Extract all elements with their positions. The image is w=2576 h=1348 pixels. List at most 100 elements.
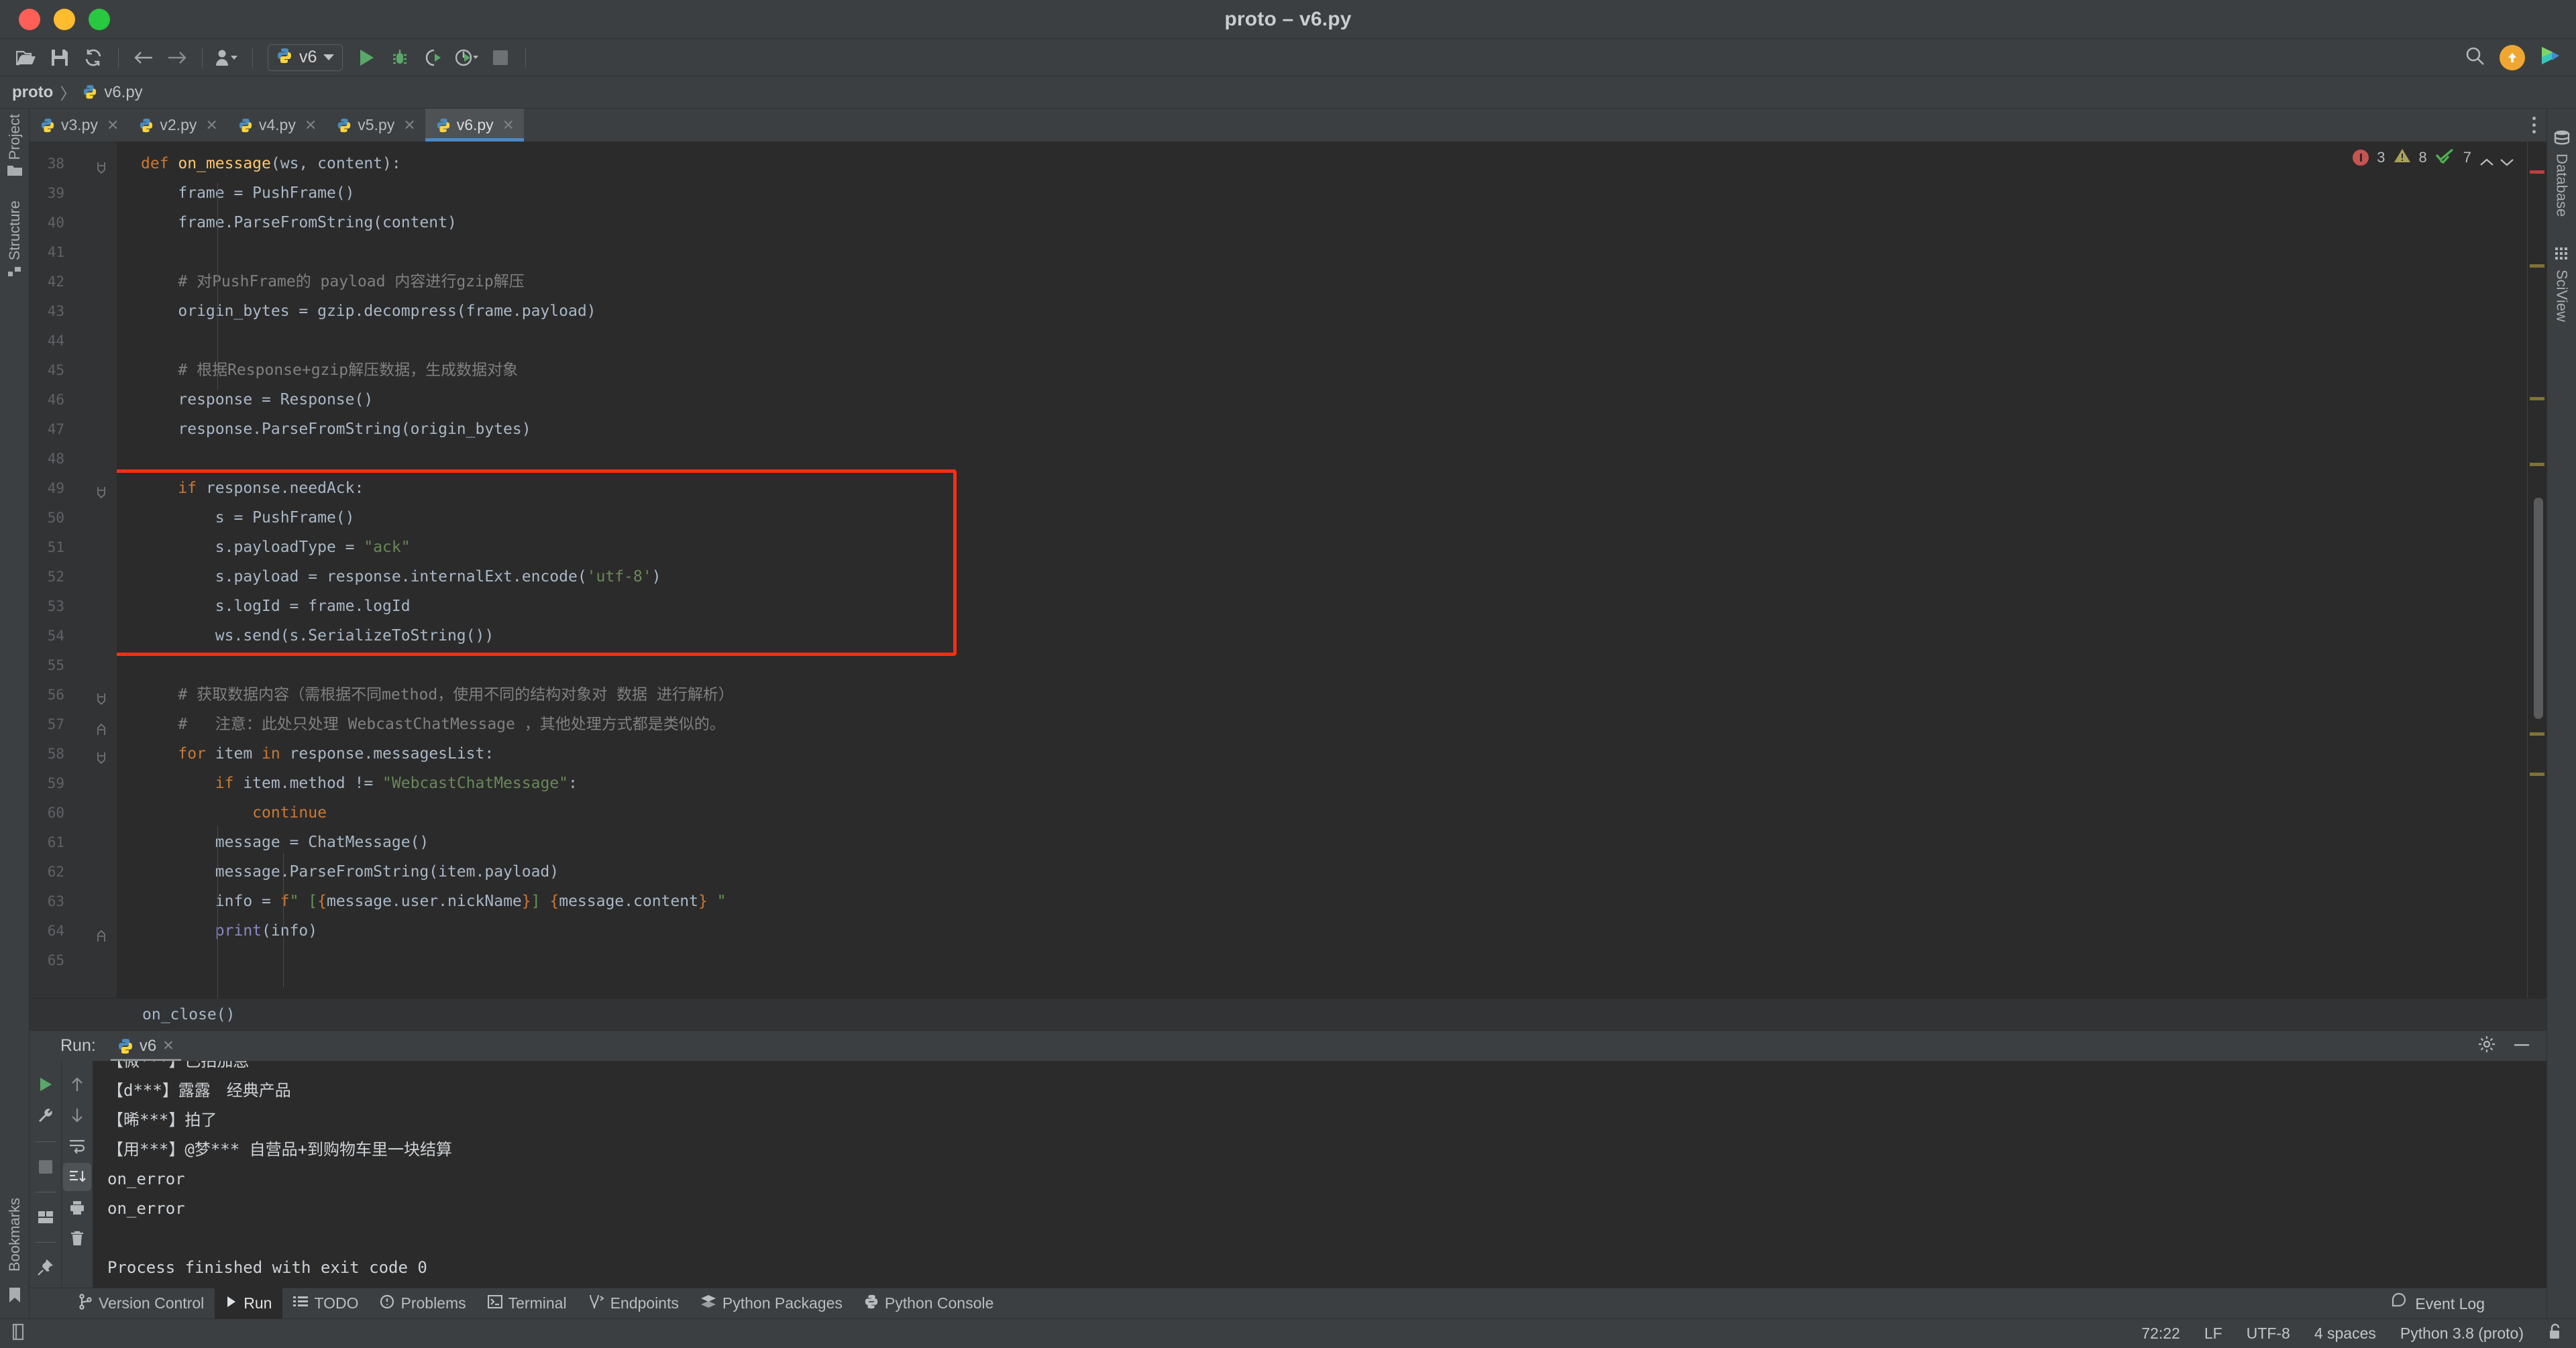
chevron-down-icon[interactable] [323, 54, 335, 60]
layout-icon[interactable] [32, 1203, 60, 1231]
sync-icon[interactable] [78, 43, 108, 72]
chevron-down-icon[interactable] [2500, 154, 2514, 166]
code-content[interactable]: def on_message(ws, content): frame = Pus… [117, 142, 2546, 998]
code-line[interactable]: # 注意：此处只处理 WebcastChatMessage ，其他处理方式都是类… [117, 710, 2546, 739]
scroll-to-end-icon[interactable] [63, 1163, 91, 1191]
forward-arrow-icon[interactable] [162, 43, 192, 72]
sidebar-item-project[interactable]: Project [6, 114, 23, 180]
code-line[interactable]: s.payloadType = "ack" [117, 532, 2546, 562]
indent-setting[interactable]: 4 spaces [2314, 1325, 2376, 1343]
line-separator[interactable]: LF [2204, 1325, 2222, 1343]
code-line[interactable] [117, 444, 2546, 473]
code-line[interactable]: for item in response.messagesList: [117, 739, 2546, 769]
bookmark-icon[interactable] [7, 1287, 22, 1306]
stop-icon[interactable] [32, 1153, 60, 1181]
editor-scrollbar[interactable] [2528, 142, 2546, 998]
tool-window-terminal[interactable]: Terminal [477, 1288, 578, 1318]
code-line[interactable]: ws.send(s.SerializeToString()) [117, 621, 2546, 651]
scrollbar-warning-marker[interactable] [2530, 463, 2544, 466]
close-icon[interactable]: ✕ [205, 117, 217, 134]
rerun-icon[interactable] [32, 1070, 60, 1099]
stop-icon[interactable] [486, 43, 515, 72]
code-line[interactable]: # 对PushFrame的 payload 内容进行gzip解压 [117, 267, 2546, 296]
fold-collapse-icon[interactable] [95, 746, 107, 765]
code-line[interactable]: s.payload = response.internalExt.encode(… [117, 562, 2546, 592]
tab-options-icon[interactable] [2532, 109, 2536, 142]
tab-v5[interactable]: v5.py ✕ [326, 109, 425, 142]
code-line[interactable]: s = PushFrame() [117, 503, 2546, 532]
code-line[interactable]: # 根据Response+gzip解压数据，生成数据对象 [117, 355, 2546, 385]
code-line[interactable] [117, 237, 2546, 267]
back-arrow-icon[interactable] [129, 43, 158, 72]
chevron-up-icon[interactable] [2479, 154, 2493, 166]
settings-gear-icon[interactable] [2478, 1035, 2496, 1056]
scrollbar-warning-marker[interactable] [2530, 732, 2544, 736]
open-folder-icon[interactable] [11, 43, 41, 72]
code-line[interactable]: frame = PushFrame() [117, 178, 2546, 208]
code-line[interactable]: message = ChatMessage() [117, 828, 2546, 857]
python-interpreter[interactable]: Python 3.8 (proto) [2400, 1325, 2524, 1343]
tool-window-endpoints[interactable]: Endpoints [578, 1288, 690, 1318]
update-icon[interactable] [2500, 44, 2525, 70]
breadcrumb-file[interactable]: v6.py [104, 83, 142, 102]
tool-window-run[interactable]: Run [215, 1288, 283, 1318]
breadcrumb-project[interactable]: proto [12, 83, 53, 102]
close-icon[interactable]: ✕ [107, 117, 119, 134]
close-icon[interactable]: ✕ [502, 117, 515, 134]
event-log-button[interactable]: Event Log [2391, 1292, 2485, 1314]
close-icon[interactable]: ✕ [403, 117, 415, 134]
sidebar-item-database[interactable]: Database [2553, 130, 2571, 217]
scrollbar-thumb[interactable] [2534, 498, 2543, 719]
sidebar-item-bookmarks[interactable]: Bookmarks [6, 1198, 23, 1272]
code-line[interactable]: origin_bytes = gzip.decompress(frame.pay… [117, 296, 2546, 326]
run-icon[interactable] [352, 43, 381, 72]
wrench-icon[interactable] [32, 1103, 60, 1131]
scrollbar-warning-marker[interactable] [2530, 773, 2544, 776]
tab-v4[interactable]: v4.py ✕ [227, 109, 326, 142]
code-line[interactable] [117, 946, 2546, 975]
code-line[interactable]: print(info) [117, 916, 2546, 946]
close-icon[interactable]: ✕ [162, 1037, 174, 1054]
file-encoding[interactable]: UTF-8 [2247, 1325, 2290, 1343]
code-line[interactable]: def on_message(ws, content): [117, 149, 2546, 178]
code-line[interactable]: if item.method != "WebcastChatMessage": [117, 769, 2546, 798]
scrollbar-error-marker[interactable] [2530, 170, 2544, 174]
tool-window-python-packages[interactable]: Python Packages [690, 1288, 853, 1318]
close-icon[interactable]: ✕ [305, 117, 317, 134]
code-line[interactable]: response = Response() [117, 385, 2546, 414]
fold-collapse-icon[interactable] [95, 481, 107, 499]
caret-position[interactable]: 72:22 [2141, 1325, 2180, 1343]
fold-collapse-icon[interactable] [95, 687, 107, 706]
code-line[interactable]: response.ParseFromString(origin_bytes) [117, 414, 2546, 444]
sidebar-item-sciview[interactable]: SciView [2553, 246, 2571, 322]
inspection-widget[interactable]: 3 8 7 [2353, 148, 2514, 168]
code-line[interactable] [117, 326, 2546, 355]
fold-end-icon[interactable] [95, 717, 107, 735]
fold-collapse-icon[interactable] [95, 156, 107, 174]
code-line[interactable]: message.ParseFromString(item.payload) [117, 857, 2546, 887]
search-icon[interactable] [2465, 46, 2485, 69]
up-arrow-icon[interactable] [63, 1070, 91, 1099]
status-left-icon[interactable] [11, 1323, 25, 1344]
scrollbar-warning-marker[interactable] [2530, 264, 2544, 268]
soft-wrap-icon[interactable] [63, 1132, 91, 1160]
print-icon[interactable] [63, 1194, 91, 1222]
tab-v3[interactable]: v3.py ✕ [30, 109, 128, 142]
scrollbar-warning-marker[interactable] [2530, 397, 2544, 400]
fold-end-icon[interactable] [95, 923, 107, 942]
code-line[interactable]: continue [117, 798, 2546, 828]
tool-window-problems[interactable]: Problems [369, 1288, 476, 1318]
tab-v2[interactable]: v2.py ✕ [128, 109, 227, 142]
tool-window-todo[interactable]: TODO [282, 1288, 369, 1318]
profile-icon[interactable] [452, 43, 482, 72]
code-editor[interactable]: 38 39 40 41 42 43 44 45 46 47 48 49 50 51 52 53 54 55 56 57… [30, 142, 2546, 998]
unlocked-icon[interactable] [2548, 1323, 2563, 1345]
code-line[interactable]: if response.needAck: [117, 473, 2546, 503]
coverage-icon[interactable] [419, 43, 448, 72]
code-line[interactable] [117, 651, 2546, 680]
save-icon[interactable] [45, 43, 74, 72]
run-session-tab[interactable]: v6 ✕ [110, 1031, 181, 1062]
code-line[interactable]: s.logId = frame.logId [117, 592, 2546, 621]
down-arrow-icon[interactable] [63, 1101, 91, 1129]
ai-assistant-icon[interactable] [2540, 46, 2561, 69]
